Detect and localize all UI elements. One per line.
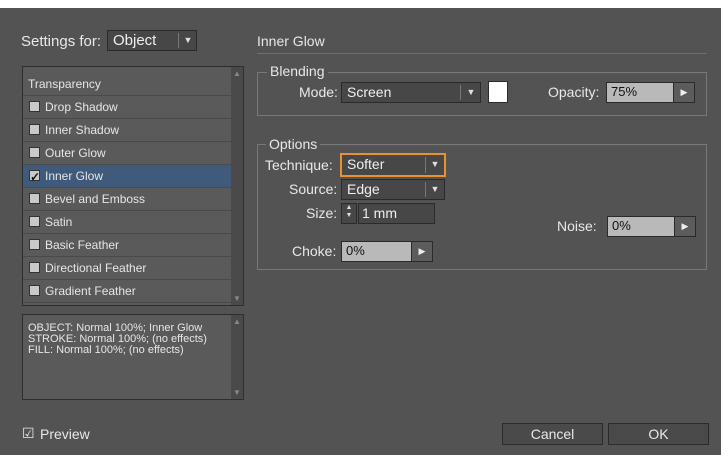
effects-list-item-label: Bevel and Emboss: [45, 192, 146, 206]
preview-label: Preview: [40, 426, 90, 442]
blending-title: Blending: [267, 63, 328, 79]
source-value: Edge: [347, 181, 380, 197]
effects-list-item[interactable]: Outer Glow: [23, 142, 231, 165]
summary-fill: FILL: Normal 100%; (no effects): [28, 344, 184, 356]
effects-list: Transparency Drop Shadow Inner Shadow Outer…: [22, 66, 244, 306]
checkmark-icon: ☑: [22, 425, 35, 441]
technique-dropdown[interactable]: Softer ▼: [341, 154, 445, 176]
triangle-right-icon[interactable]: ▶: [673, 83, 694, 102]
checkbox-icon[interactable]: [29, 147, 40, 158]
opacity-label: Opacity:: [548, 84, 600, 100]
up-down-stepper-icon[interactable]: ▲ ▼: [341, 203, 357, 224]
mode-dropdown[interactable]: Screen ▼: [341, 82, 481, 103]
noise-field[interactable]: 0% ▶: [607, 216, 696, 237]
choke-label: Choke:: [292, 243, 337, 259]
noise-value: 0%: [612, 218, 631, 233]
checkbox-icon[interactable]: [29, 193, 40, 204]
chevron-down-icon: ▼: [466, 87, 476, 97]
summary-scrollbar[interactable]: ▲ ▼: [231, 315, 243, 399]
scroll-up-icon[interactable]: ▲: [233, 317, 241, 326]
checkbox-icon[interactable]: [29, 101, 40, 112]
noise-label: Noise:: [557, 218, 597, 234]
size-stepper[interactable]: ▲ ▼ 1 mm: [341, 203, 435, 224]
settings-for-dropdown[interactable]: Object ▼: [107, 30, 197, 51]
size-label: Size:: [306, 205, 338, 221]
effects-list-item-label: Satin: [45, 215, 73, 229]
chevron-down-icon: ▼: [183, 35, 193, 45]
effects-list-item-label: Inner Shadow: [45, 123, 120, 137]
scroll-down-icon[interactable]: ▼: [233, 294, 241, 303]
checkbox-icon[interactable]: [29, 124, 40, 135]
effects-dialog: Settings for: Object ▼ Transparency Drop …: [0, 8, 721, 455]
effects-list-item[interactable]: Directional Feather: [23, 257, 231, 280]
effects-list-item-label: Transparency: [28, 77, 101, 91]
effects-summary: OBJECT: Normal 100%; Inner Glow STROKE: …: [22, 314, 244, 400]
triangle-right-icon[interactable]: ▶: [674, 217, 695, 236]
effects-list-item[interactable]: Transparency: [23, 73, 231, 96]
checkbox-icon[interactable]: [29, 239, 40, 250]
effects-list-item[interactable]: Bevel and Emboss: [23, 188, 231, 211]
scroll-up-icon[interactable]: ▲: [233, 69, 241, 78]
mode-value: Screen: [347, 84, 392, 100]
effects-list-item-label: Outer Glow: [45, 146, 106, 160]
choke-value: 0%: [346, 243, 365, 258]
cancel-button[interactable]: Cancel: [502, 423, 603, 445]
technique-value: Softer: [347, 156, 385, 172]
effects-list-scrollbar[interactable]: ▲ ▼: [231, 67, 243, 305]
panel-title: Inner Glow: [257, 33, 325, 49]
source-label: Source:: [289, 181, 338, 197]
opacity-field[interactable]: 75% ▶: [606, 82, 695, 103]
effects-list-item[interactable]: Inner Shadow: [23, 119, 231, 142]
effects-list-item[interactable]: Satin: [23, 211, 231, 234]
effects-list-item[interactable]: Drop Shadow: [23, 96, 231, 119]
source-dropdown[interactable]: Edge ▼: [341, 179, 445, 200]
checkbox-icon[interactable]: [29, 262, 40, 273]
effects-list-item-label: Gradient Feather: [45, 284, 136, 298]
effects-list-item-label: Basic Feather: [45, 238, 120, 252]
effects-list-item[interactable]: Gradient Feather: [23, 280, 231, 303]
options-title: Options: [266, 136, 321, 152]
choke-field[interactable]: 0% ▶: [341, 241, 433, 262]
effects-list-item-label: Inner Glow: [45, 169, 104, 183]
opacity-value: 75%: [611, 84, 638, 99]
preview-checkbox[interactable]: ☑ Preview: [22, 425, 122, 445]
effects-list-item-label: Drop Shadow: [45, 100, 118, 114]
effects-list-item[interactable]: Inner Glow: [23, 165, 231, 188]
technique-label: Technique:: [265, 157, 333, 173]
checkbox-checked-icon[interactable]: [29, 166, 40, 188]
triangle-right-icon[interactable]: ▶: [411, 242, 432, 261]
settings-for-value: Object: [113, 32, 157, 49]
title-divider: [257, 53, 707, 54]
scroll-down-icon[interactable]: ▼: [233, 388, 241, 397]
effects-list-item[interactable]: Basic Feather: [23, 234, 231, 257]
chevron-down-icon: ▼: [430, 159, 440, 169]
size-input[interactable]: 1 mm: [358, 203, 435, 224]
mode-label: Mode:: [299, 84, 338, 100]
settings-for-label: Settings for:: [21, 33, 102, 50]
checkbox-icon[interactable]: [29, 216, 40, 227]
chevron-down-icon: ▼: [430, 184, 440, 194]
effects-list-item-label: Directional Feather: [45, 261, 147, 275]
checkbox-icon[interactable]: [29, 285, 40, 296]
glow-color-swatch[interactable]: [488, 81, 508, 103]
ok-button[interactable]: OK: [608, 423, 709, 445]
